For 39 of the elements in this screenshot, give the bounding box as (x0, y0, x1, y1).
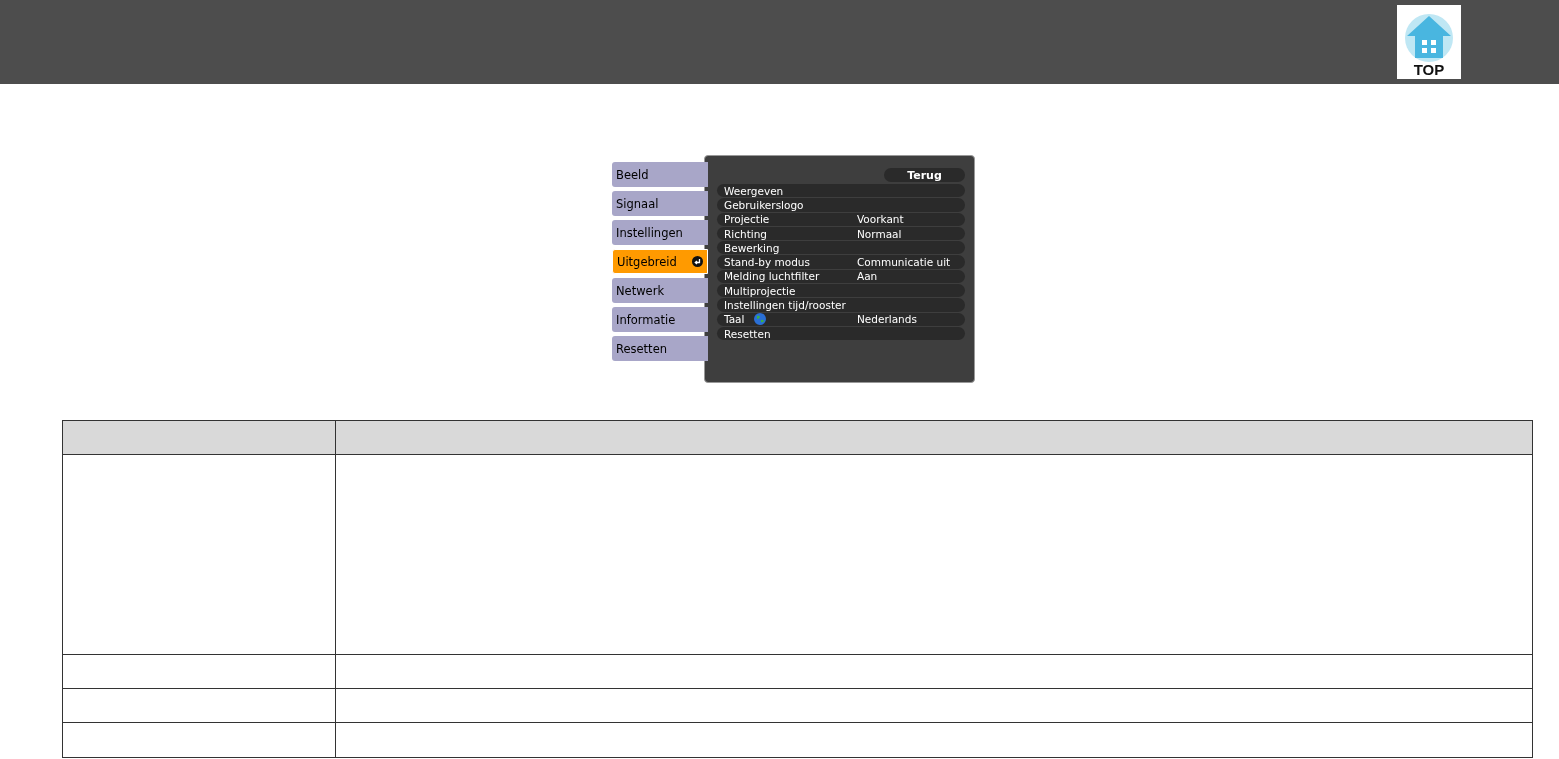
item-label: Gebruikerslogo (724, 198, 805, 211)
menu-tab[interactable]: Netwerk (612, 278, 708, 303)
menu-item[interactable]: Projectie Voorkant (717, 212, 965, 226)
globe-icon (754, 313, 767, 326)
menu-tab[interactable]: Beeld (612, 162, 708, 187)
item-value: Communicatie uit (857, 256, 951, 269)
item-value: Normaal (857, 227, 902, 240)
menu-item[interactable]: Taal Nederlands (717, 312, 965, 326)
enter-icon (692, 256, 703, 267)
menu-item[interactable]: Gebruikerslogo (717, 198, 965, 212)
item-label: Stand-by modus (724, 256, 811, 269)
menu-item[interactable]: Melding luchtfilter Aan (717, 269, 965, 284)
item-label: Instellingen tijd/rooster (724, 299, 847, 311)
item-label: Bewerking (724, 241, 781, 254)
back-button[interactable]: Terug (884, 168, 965, 182)
menu-tab[interactable]: Signaal (612, 191, 708, 216)
item-value: Aan (857, 270, 878, 283)
menu-item[interactable]: Richting Normaal (717, 226, 965, 241)
item-label: Taal (724, 313, 857, 326)
item-label: Weergeven (724, 184, 785, 197)
menu-item[interactable]: Weergeven (717, 184, 965, 198)
menu-tab[interactable]: Uitgebreid (612, 249, 708, 274)
menu-tab[interactable]: Resetten (612, 336, 708, 361)
item-value: Nederlands (857, 313, 917, 326)
menu-item[interactable]: Instellingen tijd/rooster (717, 298, 965, 312)
item-value: Voorkant (857, 213, 904, 226)
menu-tab[interactable]: Informatie (612, 307, 708, 332)
top-label: TOP (1413, 62, 1445, 77)
menu-item[interactable]: Stand-by modus Communicatie uit (717, 255, 965, 269)
item-label: Melding luchtfilter (724, 270, 821, 283)
item-label: Multiprojectie (724, 284, 797, 297)
menu-item[interactable]: Bewerking (717, 241, 965, 255)
top-link[interactable]: TOP (1397, 5, 1461, 79)
item-label: Resetten (724, 327, 772, 340)
menu-item[interactable]: Resetten (717, 326, 965, 341)
menu-item[interactable]: Multiprojectie (717, 284, 965, 298)
menu-tab[interactable]: Instellingen (612, 220, 708, 245)
item-label: Richting (724, 227, 768, 240)
item-label: Projectie (724, 213, 771, 226)
